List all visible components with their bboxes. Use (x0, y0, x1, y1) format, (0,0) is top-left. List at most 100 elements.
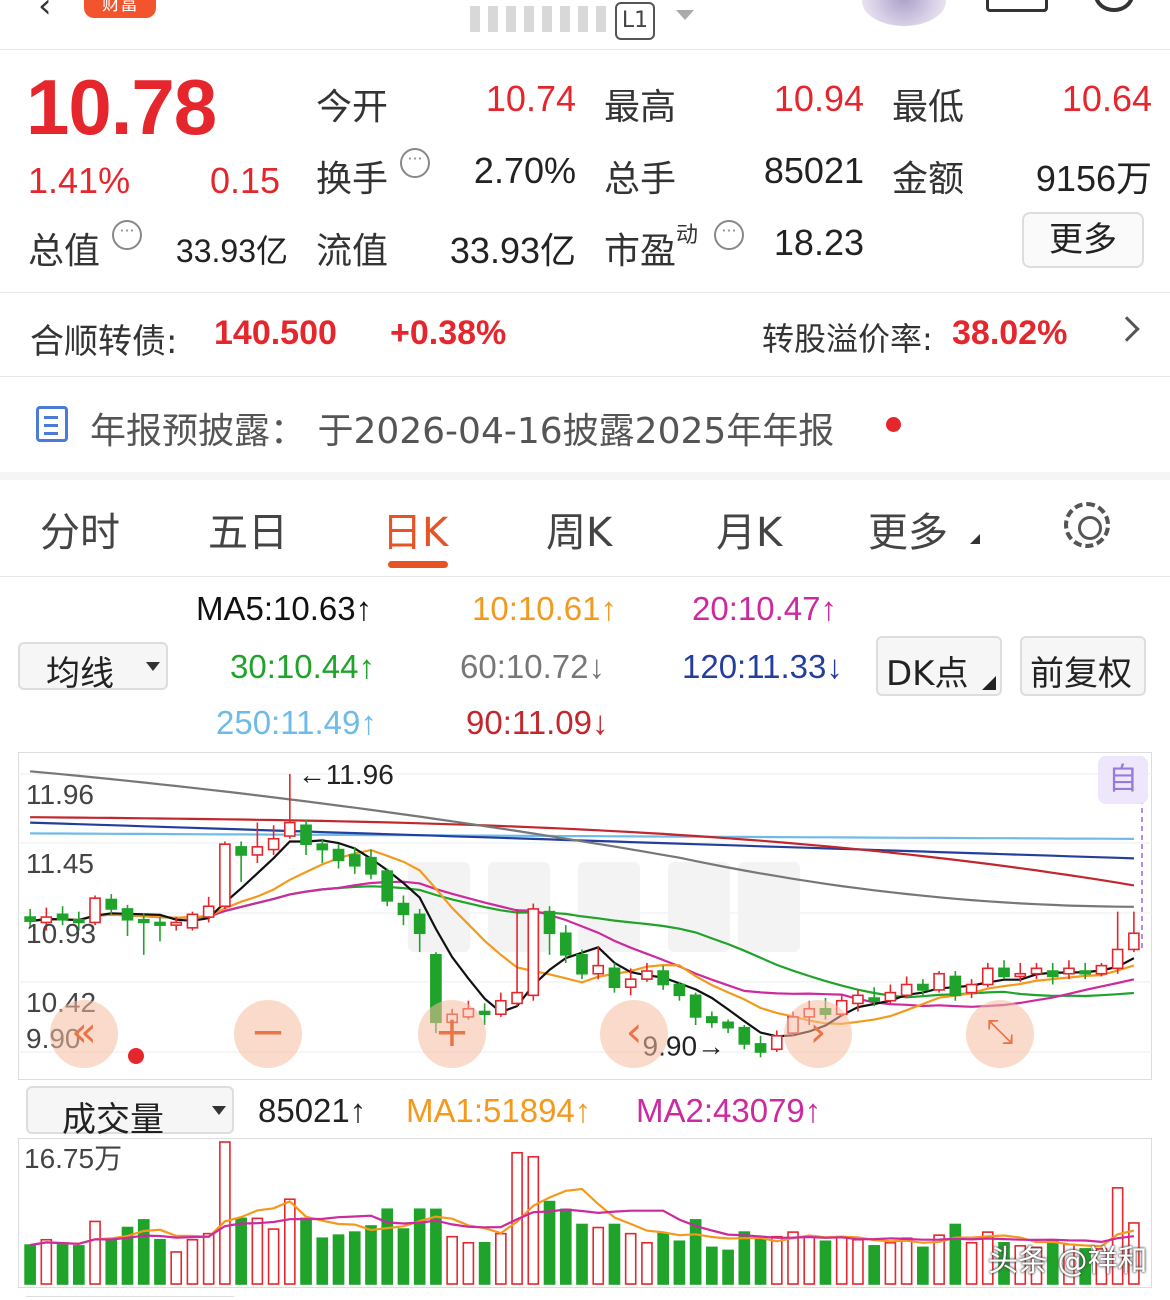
scroll-right-button[interactable]: › (784, 1000, 852, 1068)
candle-body (413, 913, 426, 935)
adjust-button[interactable]: 前复权 (1020, 636, 1146, 696)
candle-body (933, 972, 945, 991)
level-badge[interactable]: L1 (615, 2, 655, 40)
watermark-glyph (668, 862, 730, 952)
volume-bar (251, 1217, 264, 1285)
chevron-down-icon[interactable] (676, 10, 694, 20)
candle-body (1128, 932, 1140, 951)
pe-label-text: 市盈 (604, 231, 677, 272)
tab-more[interactable]: 更多 (868, 500, 948, 558)
more-info-icon[interactable]: ··· (400, 148, 430, 178)
volume-bar (657, 1232, 669, 1285)
search-icon[interactable] (1094, 0, 1134, 12)
candle-body (1046, 970, 1059, 978)
volume-bar (24, 1244, 36, 1285)
zoom-out-button[interactable]: − (234, 1000, 302, 1068)
volume-value: 85021 (763, 150, 864, 191)
volume-indicator-selector[interactable]: 成交量 (26, 1086, 234, 1140)
volume-bar (137, 1219, 150, 1285)
adjust-label: 前复权 (1030, 654, 1132, 694)
candle-body (917, 983, 929, 991)
volume-bar (917, 1246, 929, 1285)
dk-point-button[interactable]: DK点 (876, 636, 1002, 696)
message-icon[interactable] (986, 0, 1048, 12)
volume-chart[interactable]: 16.75万 (18, 1138, 1152, 1288)
gear-icon[interactable] (1064, 502, 1110, 548)
candle-body (1063, 967, 1075, 975)
tab-monthly-k[interactable]: 月K (716, 500, 782, 558)
volume-bar (202, 1232, 215, 1285)
candle-body (511, 991, 523, 1005)
ma-selector[interactable]: 均线 (18, 642, 168, 694)
candle-body (121, 908, 134, 921)
low-value: 10.64 (1061, 78, 1152, 119)
volume-bar (446, 1235, 458, 1285)
more-info-icon[interactable]: ··· (714, 220, 744, 250)
y-axis-tick: 11.45 (26, 848, 94, 879)
volume-bar (267, 1228, 280, 1285)
volume-bar (332, 1234, 345, 1285)
volume-bar (965, 1241, 978, 1285)
volume-value: 85021 (258, 1092, 350, 1129)
auto-tag[interactable]: 自 (1098, 756, 1148, 804)
volume-bar (56, 1243, 69, 1285)
candle-body (1095, 964, 1108, 975)
candle-body (592, 964, 605, 975)
open-label: 今开 (316, 87, 389, 128)
candle-body (722, 1021, 734, 1029)
candle-body (365, 856, 377, 875)
caret-icon (982, 676, 996, 690)
arrow-up-icon: ↑ (820, 590, 837, 627)
arrow-up-icon: ↑ (349, 1092, 367, 1129)
volume-bar (527, 1156, 540, 1285)
ma20-value: 20:10.47 (692, 590, 821, 627)
candle-body (1079, 970, 1092, 975)
tab-daily-k[interactable]: 日K (382, 500, 448, 558)
candle-body (965, 983, 978, 994)
zoom-in-button[interactable]: + (418, 1000, 486, 1068)
ma-selector-label: 均线 (46, 654, 114, 694)
high-label: 最高 (604, 87, 677, 128)
avatar[interactable] (862, 0, 946, 26)
tab-five-day[interactable]: 五日 (208, 500, 288, 558)
volume-bar (706, 1246, 718, 1285)
candle-body (283, 821, 296, 837)
volume-bar (949, 1223, 962, 1285)
volume-bar (105, 1239, 118, 1285)
divider (0, 472, 1170, 480)
arrow-down-icon: ↓ (592, 704, 609, 741)
premium-label: 转股溢价率: (762, 320, 933, 358)
red-dot (128, 1048, 144, 1064)
volume-bar (300, 1217, 312, 1285)
candle-body (900, 983, 913, 997)
candle-body (202, 905, 215, 918)
tab-weekly-k[interactable]: 周K (546, 500, 612, 558)
current-price: 10.78 (26, 63, 217, 151)
back-icon[interactable]: ‹ (38, 0, 52, 26)
candle-body (998, 967, 1010, 978)
tab-intraday[interactable]: 分时 (40, 500, 120, 558)
chevron-right-icon[interactable] (1114, 316, 1140, 342)
candle-body (137, 918, 150, 924)
candle-body (673, 983, 686, 997)
candle-body (1014, 972, 1027, 978)
candle-body (852, 994, 864, 1005)
fullscreen-icon[interactable]: ⤡ (966, 1000, 1034, 1068)
more-button[interactable]: 更多 (1022, 212, 1144, 268)
candle-body (219, 843, 231, 908)
more-info-icon[interactable]: ··· (112, 220, 142, 250)
candle-body (641, 970, 653, 980)
volume-bar (72, 1245, 85, 1285)
volume-bar (40, 1238, 53, 1285)
divider (0, 576, 1170, 577)
volume-selector-label: 成交量 (62, 1100, 164, 1140)
bond-price: 140.500 (214, 314, 337, 352)
candle-body (300, 824, 312, 845)
scroll-left-fast-button[interactable]: « (50, 1000, 118, 1068)
ma90-value: 90:11.09 (466, 704, 593, 741)
volume-bar (738, 1231, 751, 1285)
candle-body (495, 999, 507, 1016)
candle-body (738, 1026, 751, 1045)
scroll-left-button[interactable]: ‹ (600, 1000, 668, 1068)
divider (0, 376, 1170, 377)
